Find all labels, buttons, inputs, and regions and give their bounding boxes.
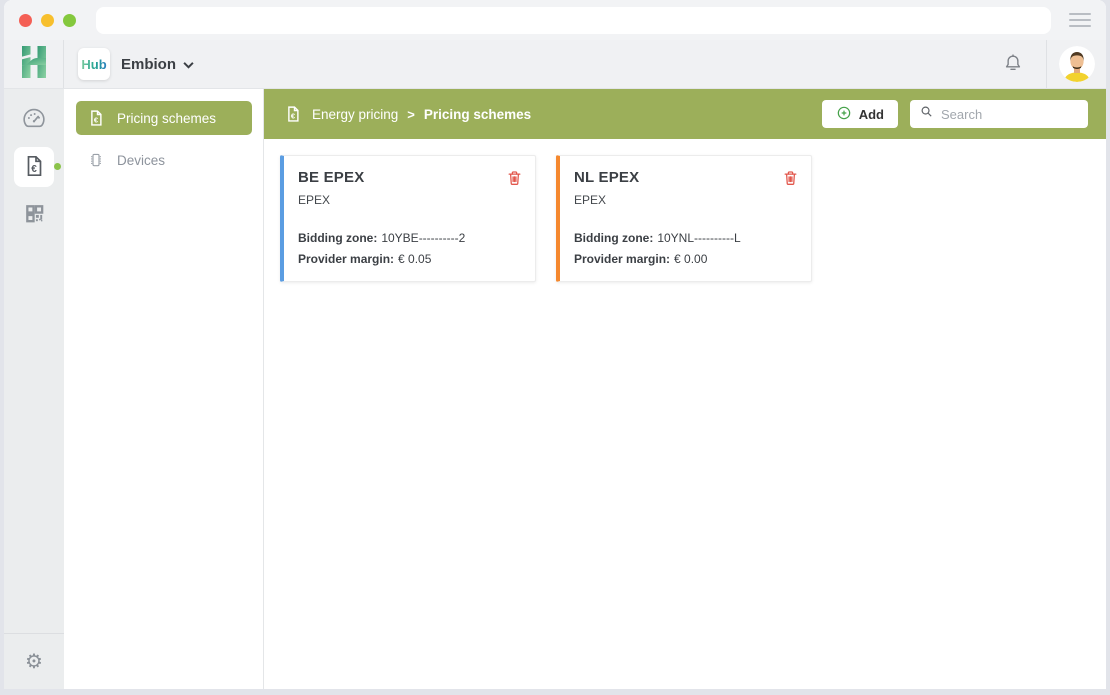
main-panel: € Energy pricing > Pricing schemes [264, 89, 1106, 689]
app-header: Hub Embion [4, 40, 1106, 89]
pricing-scheme-card[interactable]: BE EPEX EPEX [280, 155, 536, 282]
h-logo-icon [19, 44, 49, 85]
svg-text:€: € [94, 115, 99, 124]
avatar-cell [1046, 40, 1106, 88]
settings-button[interactable]: ⚙ [25, 652, 43, 672]
sidebar-item-devices[interactable]: Devices [76, 143, 252, 177]
search-input[interactable] [941, 107, 1079, 122]
close-window-button[interactable] [19, 14, 32, 27]
card-title: NL EPEX [574, 169, 797, 186]
trash-icon [782, 175, 799, 190]
breadcrumb-parent[interactable]: Energy pricing [312, 107, 398, 122]
add-button-label: Add [859, 107, 884, 122]
rail-item-dashboard[interactable] [14, 99, 54, 139]
sidebar: € Pricing schemes Devices [64, 89, 264, 689]
add-button[interactable]: Add [822, 100, 898, 128]
workspace-selector[interactable]: Embion [121, 56, 194, 73]
field-value: 10YBE----------2 [381, 231, 465, 245]
icon-rail: € [4, 89, 64, 689]
search-icon [919, 104, 934, 124]
field-label: Bidding zone: [298, 231, 377, 245]
card-fields: Bidding zone: 10YNL----------L Provider m… [574, 231, 797, 266]
app-logo[interactable] [4, 40, 64, 88]
card-fields: Bidding zone: 10YBE----------2 Provider m… [298, 231, 521, 266]
card-title: BE EPEX [298, 169, 521, 186]
field-label: Bidding zone: [574, 231, 653, 245]
rail-item-apps[interactable] [14, 195, 54, 235]
gauge-icon [21, 105, 47, 134]
breadcrumb-current: Pricing schemes [424, 107, 531, 122]
app-body: € [4, 89, 1106, 689]
rail-footer: ⚙ [4, 633, 64, 689]
gear-icon: ⚙ [25, 651, 43, 673]
user-avatar[interactable] [1059, 46, 1095, 82]
bidding-zone-field: Bidding zone: 10YNL----------L [574, 231, 797, 245]
chevron-down-icon [183, 57, 194, 72]
field-label: Provider margin: [574, 252, 670, 266]
trash-icon [506, 175, 523, 190]
field-value: 10YNL----------L [657, 231, 740, 245]
address-bar[interactable] [96, 7, 1051, 34]
card-subtitle: EPEX [298, 193, 521, 207]
field-value: € 0.00 [674, 252, 707, 266]
sidebar-item-label: Pricing schemes [117, 111, 216, 126]
browser-chrome [4, 0, 1106, 40]
apps-grid-icon [23, 202, 46, 228]
header-main: Hub Embion [64, 40, 1046, 88]
bidding-zone-field: Bidding zone: 10YBE----------2 [298, 231, 521, 245]
plus-circle-icon [836, 105, 852, 124]
search-box [910, 100, 1088, 128]
hub-product-badge: Hub [78, 48, 110, 80]
rail-item-energy-pricing[interactable]: € [14, 147, 54, 187]
sidebar-item-pricing-schemes[interactable]: € Pricing schemes [76, 101, 252, 135]
breadcrumb-bar: € Energy pricing > Pricing schemes [264, 89, 1106, 139]
delete-button[interactable] [506, 169, 523, 187]
card-subtitle: EPEX [574, 193, 797, 207]
delete-button[interactable] [782, 169, 799, 187]
bell-icon [1002, 52, 1024, 77]
notifications-button[interactable] [1002, 52, 1024, 77]
document-euro-icon: € [284, 105, 302, 123]
status-dot [54, 163, 61, 170]
workspace-name: Embion [121, 56, 176, 73]
document-euro-icon: € [87, 109, 105, 127]
sidebar-item-label: Devices [117, 153, 165, 168]
breadcrumb-separator: > [407, 107, 415, 122]
toolbar: Add [822, 100, 1088, 128]
provider-margin-field: Provider margin: € 0.00 [574, 252, 797, 266]
provider-margin-field: Provider margin: € 0.05 [298, 252, 521, 266]
maximize-window-button[interactable] [63, 14, 76, 27]
browser-window: Hub Embion [4, 0, 1106, 689]
document-euro-icon: € [22, 154, 46, 181]
window-controls [19, 14, 76, 27]
browser-menu-icon[interactable] [1069, 13, 1091, 27]
svg-text:€: € [291, 111, 296, 120]
field-value: € 0.05 [398, 252, 431, 266]
pricing-scheme-card[interactable]: NL EPEX EPEX [556, 155, 812, 282]
minimize-window-button[interactable] [41, 14, 54, 27]
device-chip-icon [87, 151, 105, 169]
field-label: Provider margin: [298, 252, 394, 266]
svg-text:€: € [31, 163, 37, 174]
pricing-scheme-list: BE EPEX EPEX [264, 139, 1106, 689]
breadcrumb: € Energy pricing > Pricing schemes [284, 105, 531, 123]
hub-badge-label: Hub [81, 57, 106, 72]
